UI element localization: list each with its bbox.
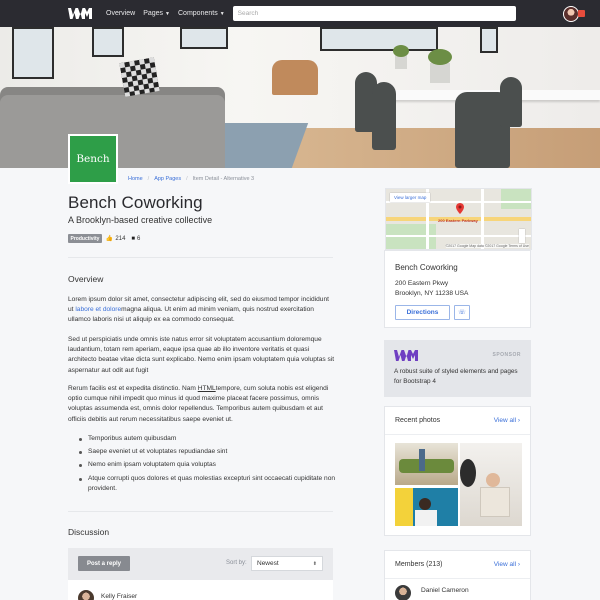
address-card: Bench Coworking 200 Eastern Pkwy Brookly… [384,250,531,328]
page-subtitle: A Brooklyn-based creative collective [68,215,213,225]
sort-select[interactable]: Newest ⬍ [251,556,323,571]
overview-heading: Overview [68,274,104,284]
sort-label: Sort by: [226,560,247,566]
divider [68,257,333,258]
members-card: Members (213) View all › Daniel Cameron [384,550,531,600]
view-larger-map-link[interactable]: View larger map [390,193,431,202]
location-name: Bench Coworking [395,263,458,272]
list-item: Saepe eveniet ut et voluptates repudiand… [78,447,336,457]
nav-components[interactable]: Components ▼ [178,10,225,17]
chevron-down-icon: ▼ [219,10,225,17]
notification-badge [578,9,585,17]
sponsor-label: SPONSOR [492,352,521,358]
member-name[interactable]: Daniel Cameron [421,587,469,594]
search-input[interactable] [232,6,516,21]
location-map[interactable]: View larger map 200 Eastern Parkway ©201… [385,188,532,250]
user-menu[interactable] [563,5,585,22]
avatar[interactable] [563,5,579,22]
list-item: Nemo enim ipsam voluptatem quia voluptas [78,460,336,470]
map-zoom-control[interactable] [519,229,525,243]
recent-photos-card: Recent photos View all › [384,406,531,536]
directions-button[interactable]: Directions [395,305,450,320]
chevron-down-icon: ▼ [165,10,170,17]
nav-pages[interactable]: Pages ▼ [143,10,170,17]
overview-paragraph-1: Lorem ipsum dolor sit amet, consectetur … [68,296,329,324]
inline-link[interactable]: labore et dolore [75,306,121,313]
breadcrumb-app-pages[interactable]: App Pages [154,176,181,182]
comment-item: Kelly Fraiser [68,580,333,600]
photo-thumbnail[interactable] [395,443,458,485]
map-pin-icon[interactable] [456,203,464,214]
page-title: Bench Coworking [68,193,203,212]
comment-icon: ■ [131,235,136,242]
top-navbar: Overview Pages ▼ Components ▼ [0,0,600,27]
brand-logo: Bench [68,134,118,184]
breadcrumb-current: Item Detail - Alternative 3 [192,176,255,182]
map-pin-label: 200 Eastern Parkway [438,218,478,223]
sponsor-text: A robust suite of styled elements and pa… [394,368,518,385]
avatar[interactable] [395,585,411,600]
address-line-2: Brooklyn, NY 11238 USA [395,290,469,297]
view-all-photos-link[interactable]: View all › [494,417,520,424]
breadcrumb-home[interactable]: Home [128,176,143,182]
phone-button[interactable]: ☏ [454,305,470,320]
recent-photos-heading: Recent photos [395,417,441,424]
app-logo-icon[interactable] [68,8,92,19]
nav-overview[interactable]: Overview [106,10,135,17]
chevron-updown-icon: ⬍ [312,560,317,567]
avatar[interactable] [78,590,94,600]
breadcrumb: Home / App Pages / Item Detail - Alterna… [128,176,255,182]
address-line-1: 200 Eastern Pkwy [395,280,449,287]
sponsor-logo-icon [394,350,418,361]
thumbs-up-icon: 👍 [105,236,114,242]
overview-paragraph-3: Rerum facilis est et expedita distinctio… [68,385,329,423]
sponsor-card[interactable]: SPONSOR A robust suite of styled element… [384,340,531,397]
list-item: Temporibus autem quibusdam [78,434,336,444]
category-badge[interactable]: Productivity [68,234,102,243]
comments-count[interactable]: ■ 6 [131,236,140,242]
members-heading: Members (213) [395,561,443,568]
view-all-members-link[interactable]: View all › [494,561,520,568]
list-item: Atque corrupti quos dolores et quas mole… [78,474,336,494]
phone-icon: ☏ [458,310,466,316]
discussion-toolbar: Post a reply Sort by: Newest ⬍ [68,548,333,580]
commenter-name[interactable]: Kelly Fraiser [101,593,137,600]
photo-thumbnail[interactable] [395,488,458,526]
overview-list: Temporibus autem quibusdam Saepe eveniet… [78,434,336,497]
map-copyright: ©2017 Google Map data ©2017 Google Terms… [445,244,529,248]
divider [68,511,333,512]
likes-count[interactable]: 👍 214 [105,235,126,243]
item-meta: Productivity 👍 214 ■ 6 [68,234,146,243]
overview-paragraph-2: Sed ut perspiciatis unde omnis iste natu… [68,336,335,374]
discussion-heading: Discussion [68,527,110,537]
post-reply-button[interactable]: Post a reply [78,556,130,571]
photo-thumbnail[interactable] [460,443,522,526]
